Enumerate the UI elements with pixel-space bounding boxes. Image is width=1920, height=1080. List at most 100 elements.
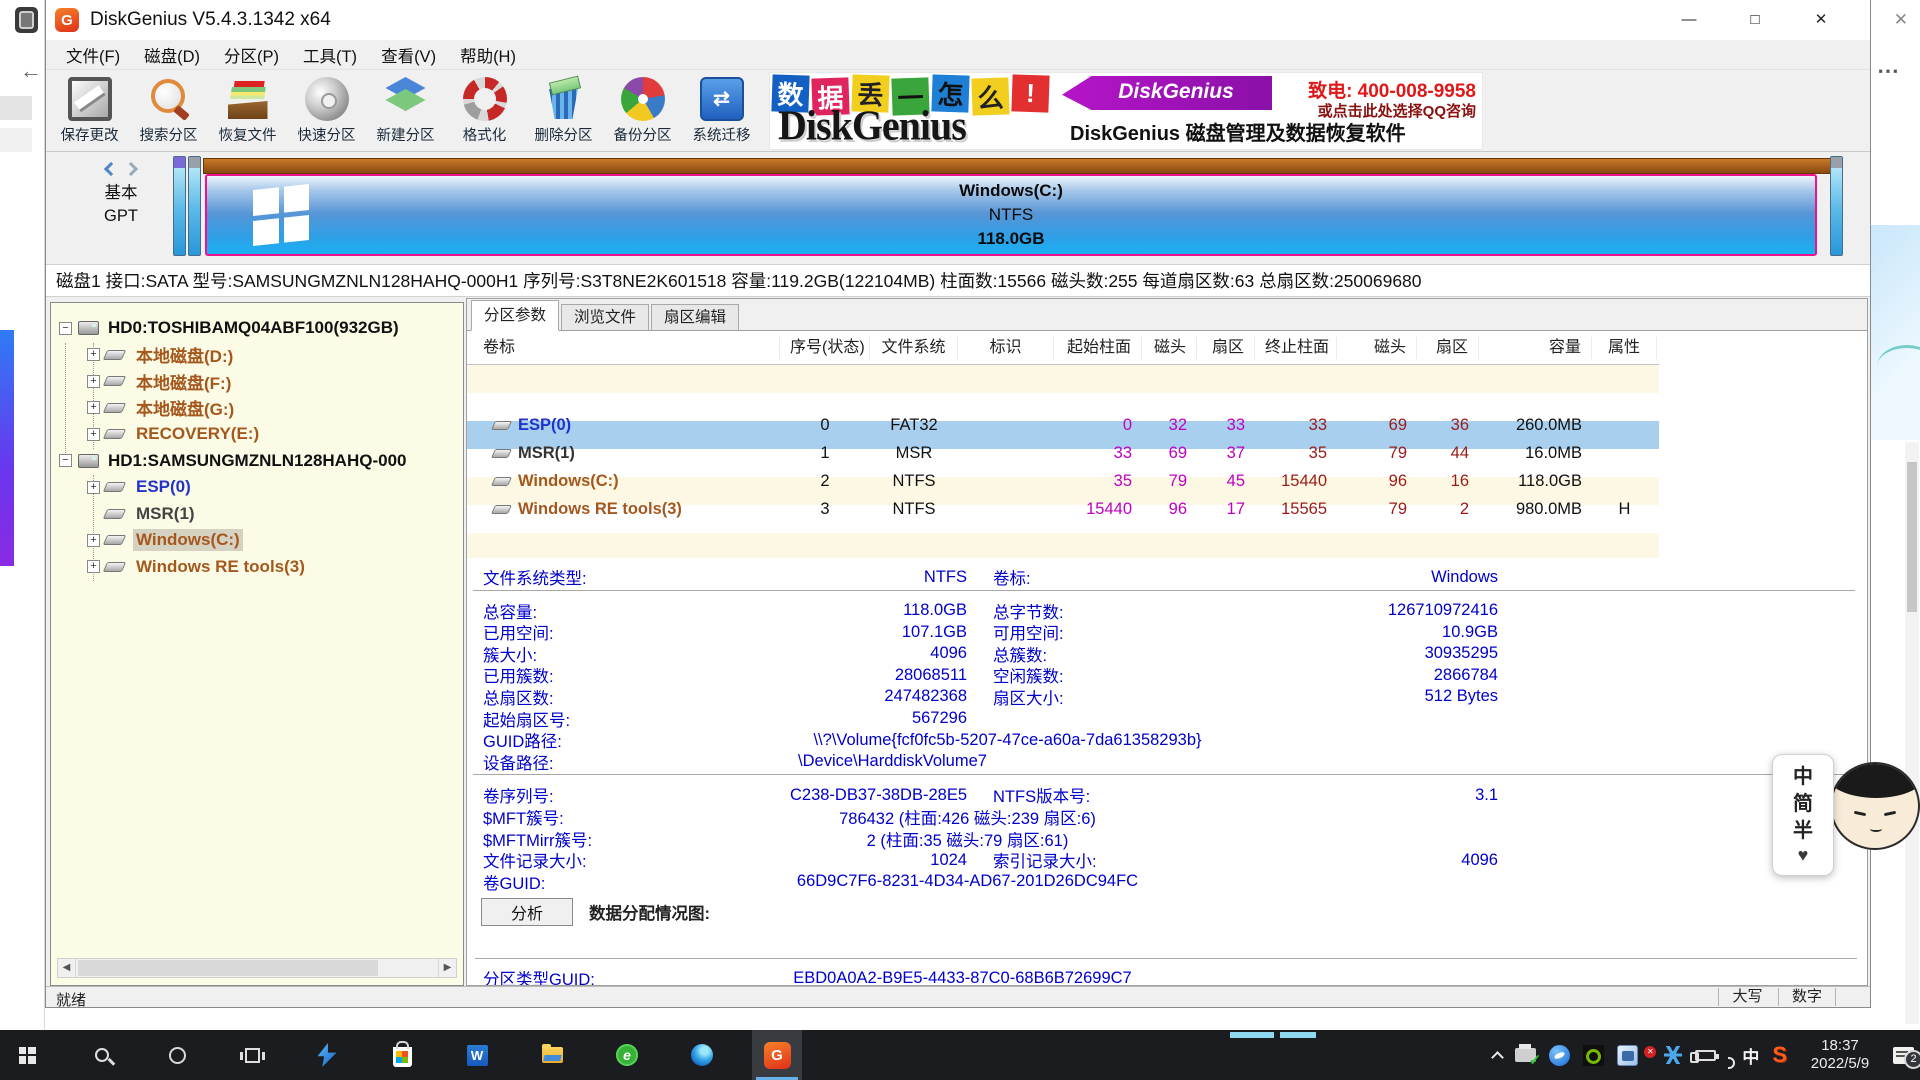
close-button[interactable]: ✕ bbox=[1788, 0, 1854, 40]
taskbar-search[interactable] bbox=[77, 1030, 127, 1080]
expander-icon[interactable]: + bbox=[87, 348, 100, 361]
printer-tray-icon[interactable] bbox=[1515, 1048, 1536, 1062]
expander-icon[interactable]: + bbox=[87, 428, 100, 441]
ime-mode-simplified[interactable]: 简 bbox=[1793, 791, 1813, 817]
tree-item[interactable]: + Windows RE tools(3) bbox=[51, 554, 463, 581]
column-header[interactable]: 标识 bbox=[958, 337, 1054, 359]
task-view-button[interactable] bbox=[227, 1030, 277, 1080]
toolbar-button[interactable]: 新建分区 bbox=[366, 72, 445, 150]
column-header[interactable]: 序号(状态) bbox=[780, 337, 870, 359]
toolbar-button[interactable]: 恢复文件 bbox=[208, 72, 287, 150]
tree-item[interactable]: MSR(1) bbox=[51, 501, 463, 528]
column-header[interactable]: 卷标 bbox=[467, 337, 780, 359]
ime-mode-chinese[interactable]: 中 bbox=[1793, 764, 1813, 790]
menu-item[interactable]: 分区(P) bbox=[212, 43, 291, 67]
column-header[interactable]: 扇区 bbox=[1197, 337, 1255, 359]
disk-type-label: 基本 bbox=[76, 182, 166, 205]
background-close-icon[interactable]: ✕ bbox=[1894, 10, 1908, 30]
column-header[interactable]: 扇区 bbox=[1417, 337, 1479, 359]
expander-icon[interactable]: + bbox=[87, 534, 100, 547]
expander-icon[interactable]: − bbox=[59, 322, 72, 335]
menu-item[interactable]: 磁盘(D) bbox=[132, 43, 212, 67]
tree-horizontal-scrollbar[interactable]: ◀ ▶ bbox=[57, 958, 457, 978]
partition-re-tools-sliver[interactable] bbox=[1830, 156, 1843, 256]
analyze-button[interactable]: 分析 bbox=[481, 898, 573, 926]
column-header[interactable]: 磁头 bbox=[1337, 337, 1417, 359]
menu-item[interactable]: 查看(V) bbox=[369, 43, 448, 67]
column-header[interactable]: 文件系统 bbox=[870, 337, 958, 359]
detail-row: $MFT簇号: 786432 (柱面:426 磁头:239 扇区:6) bbox=[467, 805, 1867, 827]
pinned-app-ie[interactable]: e bbox=[602, 1030, 652, 1080]
battery-icon[interactable] bbox=[1695, 1050, 1716, 1061]
toolbar-button[interactable]: 删除分区 bbox=[524, 72, 603, 150]
next-disk-icon[interactable] bbox=[124, 162, 138, 176]
pinned-app-store[interactable] bbox=[377, 1030, 427, 1080]
expander-icon[interactable]: + bbox=[87, 401, 100, 414]
partition-windows-c[interactable]: Windows(C:) NTFS 118.0GB bbox=[205, 174, 1817, 256]
expander-icon[interactable]: + bbox=[87, 481, 100, 494]
tab-browse-files[interactable]: 浏览文件 bbox=[561, 304, 649, 330]
toolbar-button[interactable]: 保存更改 bbox=[50, 72, 129, 150]
column-header[interactable]: 容量 bbox=[1479, 337, 1592, 359]
sogou-input-icon[interactable]: S bbox=[1772, 1042, 1787, 1068]
tree-item[interactable]: + RECOVERY(E:) bbox=[51, 421, 463, 448]
tree-item[interactable]: − HD0:TOSHIBAMQ04ABF100(932GB) bbox=[51, 315, 463, 342]
tab-partition-params[interactable]: 分区参数 bbox=[471, 300, 559, 331]
pinned-app-edge[interactable] bbox=[677, 1030, 727, 1080]
ime-floating-panel[interactable]: 中 简 半 ♥ bbox=[1772, 754, 1834, 876]
scrollbar-thumb[interactable] bbox=[78, 960, 378, 976]
toolbar-button[interactable]: 搜索分区 bbox=[129, 72, 208, 150]
taskbar-clock[interactable]: 18:37 2022/5/9 bbox=[1800, 1037, 1880, 1073]
background-scrollbar[interactable] bbox=[1905, 442, 1919, 1024]
partition-esp-sliver[interactable] bbox=[173, 156, 186, 256]
pinned-app-word[interactable]: W bbox=[452, 1030, 502, 1080]
expander-icon[interactable]: + bbox=[87, 375, 100, 388]
cortana-button[interactable] bbox=[152, 1030, 202, 1080]
table-row[interactable]: ESP(0) 0 FAT32 0 32 33 33 69 36 260.0MB bbox=[467, 365, 1659, 393]
pinned-app-explorer[interactable] bbox=[527, 1030, 577, 1080]
ime-language-indicator[interactable]: 中 bbox=[1742, 1043, 1759, 1068]
blue-app-tray-icon[interactable] bbox=[1549, 1045, 1570, 1066]
prev-disk-icon[interactable] bbox=[104, 162, 118, 176]
column-header[interactable]: 终止柱面 bbox=[1255, 337, 1337, 359]
action-center-icon[interactable]: 2 bbox=[1893, 1047, 1914, 1064]
column-header[interactable]: 磁头 bbox=[1142, 337, 1197, 359]
pinned-app-flash[interactable] bbox=[302, 1030, 352, 1080]
tree-item[interactable]: + 本地磁盘(D:) bbox=[51, 342, 463, 369]
column-header[interactable]: 属性 bbox=[1592, 337, 1657, 359]
heart-icon[interactable]: ♥ bbox=[1798, 845, 1809, 866]
scrollbar-thumb[interactable] bbox=[1907, 462, 1917, 612]
expander-icon[interactable]: + bbox=[87, 560, 100, 573]
menu-item[interactable]: 帮助(H) bbox=[448, 43, 528, 67]
more-options-icon[interactable]: ⋯ bbox=[1877, 58, 1899, 84]
tree-item[interactable]: + 本地磁盘(G:) bbox=[51, 395, 463, 422]
expander-icon[interactable]: − bbox=[59, 454, 72, 467]
intel-graphics-tray-icon[interactable] bbox=[1617, 1045, 1638, 1066]
column-header[interactable]: 起始柱面 bbox=[1054, 337, 1142, 359]
scroll-right-icon[interactable]: ▶ bbox=[438, 959, 456, 977]
toolbar-button[interactable]: 快速分区 bbox=[287, 72, 366, 150]
start-button[interactable] bbox=[2, 1030, 52, 1080]
maximize-button[interactable]: □ bbox=[1722, 0, 1788, 40]
taskbar-diskgenius[interactable]: G bbox=[752, 1030, 802, 1080]
tree-item[interactable]: + 本地磁盘(F:) bbox=[51, 368, 463, 395]
snowflake-tray-icon[interactable] bbox=[1664, 1046, 1682, 1064]
scroll-left-icon[interactable]: ◀ bbox=[58, 959, 76, 977]
nvidia-tray-icon[interactable] bbox=[1583, 1045, 1604, 1066]
tree-item[interactable]: + Windows(C:) bbox=[51, 527, 463, 554]
partition-msr-sliver[interactable] bbox=[188, 156, 201, 256]
ad-banner[interactable]: 数据丢一怎么! DiskGenius DiskGenius 致电: 400-00… bbox=[769, 72, 1483, 150]
toolbar-button[interactable]: 备份分区 bbox=[603, 72, 682, 150]
tray-chevron-up-icon[interactable] bbox=[1491, 1051, 1504, 1064]
ime-mode-halfwidth[interactable]: 半 bbox=[1793, 818, 1813, 844]
menu-item[interactable]: 文件(F) bbox=[54, 43, 132, 67]
detail-row: 总容量: 118.0GB 总字节数: 126710972416 bbox=[467, 599, 1867, 621]
toolbar-button[interactable]: 格式化 bbox=[445, 72, 524, 150]
tree-item[interactable]: + ESP(0) bbox=[51, 474, 463, 501]
tree-item[interactable]: − HD1:SAMSUNGMZNLN128HAHQ-000 bbox=[51, 448, 463, 475]
back-arrow-icon[interactable]: ← bbox=[20, 58, 42, 84]
toolbar-button[interactable]: 系统迁移 bbox=[682, 72, 761, 150]
tab-sector-edit[interactable]: 扇区编辑 bbox=[651, 304, 739, 330]
menu-item[interactable]: 工具(T) bbox=[291, 43, 369, 67]
minimize-button[interactable]: — bbox=[1656, 0, 1722, 40]
